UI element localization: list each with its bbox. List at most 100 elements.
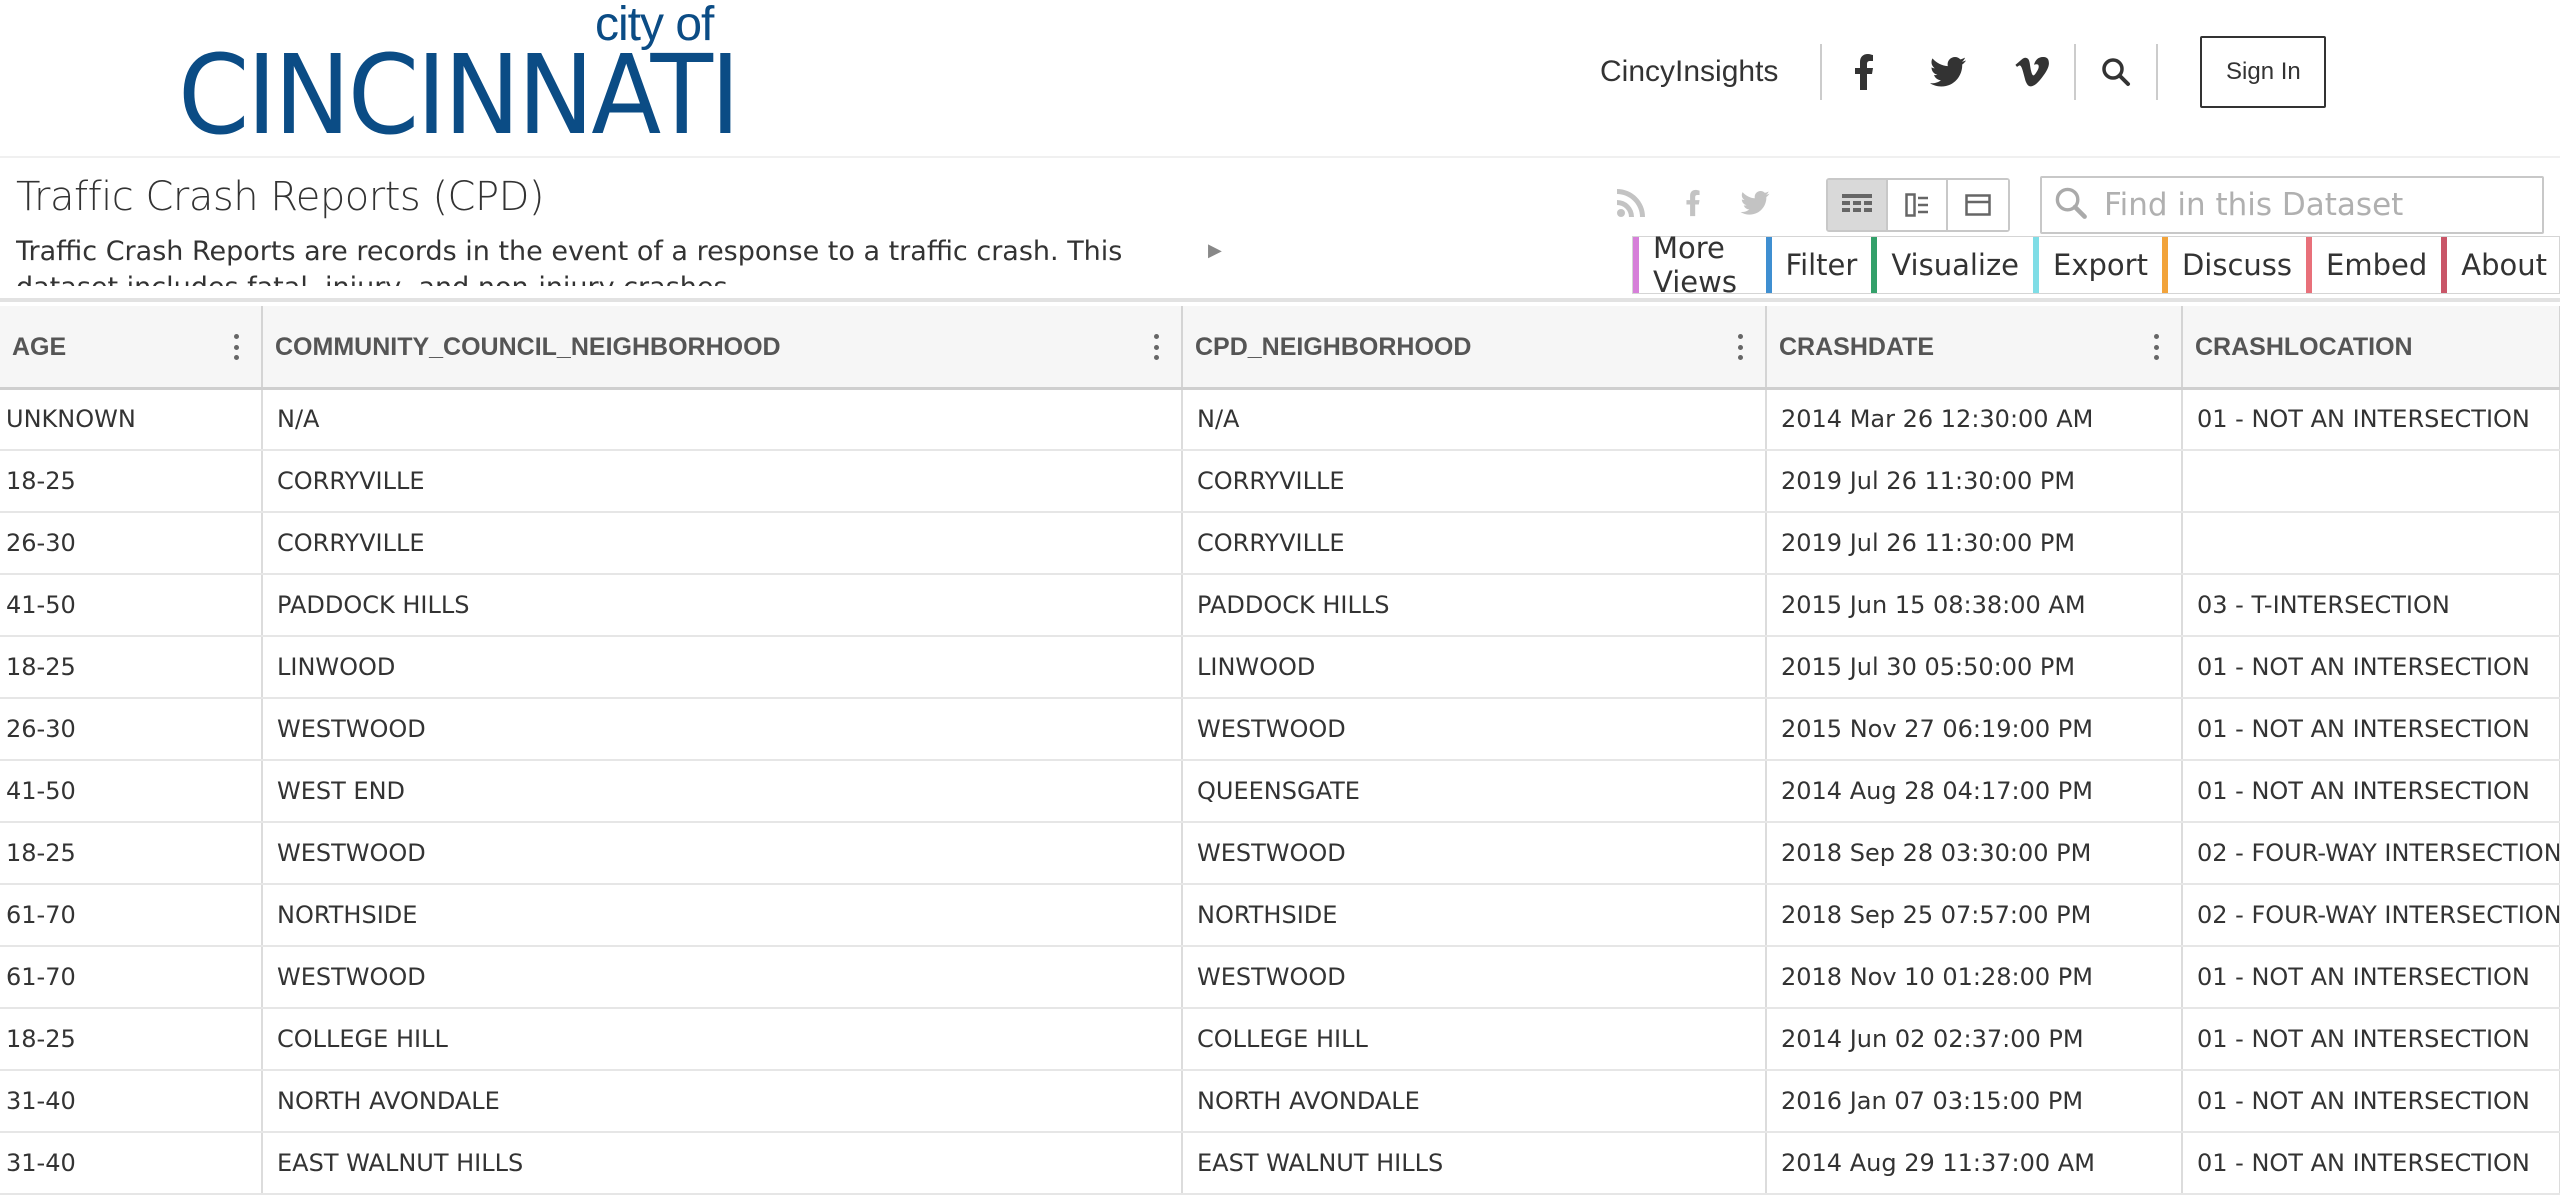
table-cell[interactable]: 2014 Mar 26 12:30:00 AM <box>1766 388 2183 451</box>
column-header-crashlocation[interactable]: CRASHLOCATION <box>2182 306 2560 390</box>
table-cell[interactable]: 2019 Jul 26 11:30:00 PM <box>1766 450 2183 513</box>
table-cell[interactable]: 18-25 <box>0 822 263 885</box>
table-cell[interactable]: 26-30 <box>0 698 263 761</box>
tab-more-views[interactable]: More Views <box>1633 231 1764 298</box>
table-cell[interactable]: EAST WALNUT HILLS <box>1182 1132 1767 1195</box>
table-cell[interactable]: 2014 Jun 02 02:37:00 PM <box>1766 1008 2183 1071</box>
table-row[interactable]: 41-50 WEST END QUEENSGATE 2014 Aug 28 04:17… <box>0 760 2560 823</box>
table-cell[interactable]: WESTWOOD <box>1182 698 1767 761</box>
table-cell[interactable]: LINWOOD <box>262 636 1183 699</box>
table-cell[interactable]: QUEENSGATE <box>1182 760 1767 823</box>
column-menu-icon[interactable] <box>1737 334 1743 360</box>
table-cell[interactable]: 02 - FOUR-WAY INTERSECTION <box>2182 884 2560 947</box>
table-cell[interactable]: CORRYVILLE <box>1182 512 1767 575</box>
table-cell[interactable]: 61-70 <box>0 946 263 1009</box>
table-cell[interactable]: LINWOOD <box>1182 636 1767 699</box>
table-row[interactable]: 18-25 LINWOOD LINWOOD 2015 Jul 30 05:50:00 … <box>0 636 2560 699</box>
table-cell[interactable]: CORRYVILLE <box>262 450 1183 513</box>
table-cell[interactable]: UNKNOWN <box>0 388 263 451</box>
table-cell[interactable]: NORTH AVONDALE <box>262 1070 1183 1133</box>
table-cell[interactable]: PADDOCK HILLS <box>262 574 1183 637</box>
table-cell[interactable]: 26-30 <box>0 512 263 575</box>
table-row[interactable]: 31-40 EAST WALNUT HILLS EAST WALNUT HILLS 2… <box>0 1132 2560 1195</box>
table-row[interactable]: 18-25 COLLEGE HILL COLLEGE HILL 2014 Jun 02… <box>0 1008 2560 1071</box>
table-cell[interactable]: COLLEGE HILL <box>1182 1008 1767 1071</box>
table-cell[interactable]: 31-40 <box>0 1132 263 1195</box>
column-header-cpd-neighborhood[interactable]: CPD_NEIGHBORHOOD <box>1182 306 1767 390</box>
table-cell[interactable]: 18-25 <box>0 1008 263 1071</box>
table-cell[interactable]: 01 - NOT AN INTERSECTION <box>2182 636 2560 699</box>
table-row[interactable]: 18-25 CORRYVILLE CORRYVILLE 2019 Jul 26 11:… <box>0 450 2560 513</box>
table-cell[interactable]: WESTWOOD <box>1182 822 1767 885</box>
table-cell[interactable]: 41-50 <box>0 574 263 637</box>
rss-icon[interactable] <box>1612 184 1650 222</box>
table-cell[interactable]: PADDOCK HILLS <box>1182 574 1767 637</box>
table-cell[interactable]: COLLEGE HILL <box>262 1008 1183 1071</box>
table-cell[interactable]: 2018 Sep 28 03:30:00 PM <box>1766 822 2183 885</box>
table-row[interactable]: 31-40 NORTH AVONDALE NORTH AVONDALE 2016 Ja… <box>0 1070 2560 1133</box>
table-cell[interactable]: NORTH AVONDALE <box>1182 1070 1767 1133</box>
table-cell[interactable]: 31-40 <box>0 1070 263 1133</box>
table-cell[interactable] <box>2182 512 2560 575</box>
table-cell[interactable]: 2019 Jul 26 11:30:00 PM <box>1766 512 2183 575</box>
twitter-icon[interactable] <box>1736 184 1774 222</box>
table-cell[interactable]: 2014 Aug 28 04:17:00 PM <box>1766 760 2183 823</box>
expand-description-icon[interactable]: ▶ <box>1208 240 1222 261</box>
cincyinsights-link[interactable]: CincyInsights <box>1600 55 1778 89</box>
table-cell[interactable]: 01 - NOT AN INTERSECTION <box>2182 946 2560 1009</box>
table-cell[interactable]: N/A <box>262 388 1183 451</box>
table-cell[interactable]: CORRYVILLE <box>1182 450 1767 513</box>
table-row[interactable]: 26-30 WESTWOOD WESTWOOD 2015 Nov 27 06:19:0… <box>0 698 2560 761</box>
column-menu-icon[interactable] <box>1153 334 1159 360</box>
table-cell[interactable]: 01 - NOT AN INTERSECTION <box>2182 1070 2560 1133</box>
table-cell[interactable]: WESTWOOD <box>262 946 1183 1009</box>
table-cell[interactable]: 2016 Jan 07 03:15:00 PM <box>1766 1070 2183 1133</box>
twitter-icon[interactable] <box>1906 44 1990 100</box>
tab-export[interactable]: Export <box>2033 237 2160 293</box>
table-cell[interactable]: 01 - NOT AN INTERSECTION <box>2182 1132 2560 1195</box>
facebook-icon[interactable] <box>1674 184 1712 222</box>
table-cell[interactable]: WEST END <box>262 760 1183 823</box>
table-cell[interactable]: WESTWOOD <box>1182 946 1767 1009</box>
table-cell[interactable]: CORRYVILLE <box>262 512 1183 575</box>
table-cell[interactable]: N/A <box>1182 388 1767 451</box>
table-cell[interactable]: WESTWOOD <box>262 822 1183 885</box>
vimeo-icon[interactable] <box>1990 44 2074 100</box>
column-header-age[interactable]: AGE <box>0 306 263 390</box>
table-row[interactable]: 18-25 WESTWOOD WESTWOOD 2018 Sep 28 03:30:0… <box>0 822 2560 885</box>
table-cell[interactable]: 61-70 <box>0 884 263 947</box>
table-row[interactable]: 61-70 NORTHSIDE NORTHSIDE 2018 Sep 25 07:57… <box>0 884 2560 947</box>
table-cell[interactable]: 01 - NOT AN INTERSECTION <box>2182 698 2560 761</box>
card-view-icon[interactable] <box>1888 180 1948 230</box>
tab-about[interactable]: About <box>2441 237 2559 293</box>
table-cell[interactable]: 2015 Jul 30 05:50:00 PM <box>1766 636 2183 699</box>
table-cell[interactable]: 01 - NOT AN INTERSECTION <box>2182 760 2560 823</box>
column-menu-icon[interactable] <box>2153 334 2159 360</box>
column-header-community-council-neighborhood[interactable]: COMMUNITY_COUNCIL_NEIGHBORHOOD <box>262 306 1183 390</box>
table-cell[interactable]: 01 - NOT AN INTERSECTION <box>2182 388 2560 451</box>
table-cell[interactable]: NORTHSIDE <box>1182 884 1767 947</box>
dataset-search-input[interactable] <box>2104 187 2524 223</box>
column-header-crashdate[interactable]: CRASHDATE <box>1766 306 2183 390</box>
table-cell[interactable]: 03 - T-INTERSECTION <box>2182 574 2560 637</box>
table-cell[interactable]: NORTHSIDE <box>262 884 1183 947</box>
tab-discuss[interactable]: Discuss <box>2161 237 2304 293</box>
tab-visualize[interactable]: Visualize <box>1871 237 2031 293</box>
table-row[interactable]: UNKNOWN N/A N/A 2014 Mar 26 12:30:00 AM 01 -… <box>0 388 2560 451</box>
table-row[interactable]: 26-30 CORRYVILLE CORRYVILLE 2019 Jul 26 11:… <box>0 512 2560 575</box>
table-cell[interactable]: EAST WALNUT HILLS <box>262 1132 1183 1195</box>
table-cell[interactable]: 18-25 <box>0 450 263 513</box>
table-cell[interactable]: 18-25 <box>0 636 263 699</box>
table-cell[interactable]: 2014 Aug 29 11:37:00 AM <box>1766 1132 2183 1195</box>
table-row[interactable]: 61-70 WESTWOOD WESTWOOD 2018 Nov 10 01:28:0… <box>0 946 2560 1009</box>
dataset-search-field[interactable] <box>2040 176 2544 234</box>
table-cell[interactable]: 2018 Sep 25 07:57:00 PM <box>1766 884 2183 947</box>
city-logo[interactable]: city of CINCINNATI <box>178 0 740 150</box>
table-cell[interactable]: 01 - NOT AN INTERSECTION <box>2182 1008 2560 1071</box>
table-view-icon[interactable] <box>1828 180 1888 230</box>
facebook-icon[interactable] <box>1822 44 1906 100</box>
table-cell[interactable]: 2015 Nov 27 06:19:00 PM <box>1766 698 2183 761</box>
single-row-view-icon[interactable] <box>1948 180 2008 230</box>
tab-embed[interactable]: Embed <box>2306 237 2439 293</box>
table-cell[interactable]: 2015 Jun 15 08:38:00 AM <box>1766 574 2183 637</box>
